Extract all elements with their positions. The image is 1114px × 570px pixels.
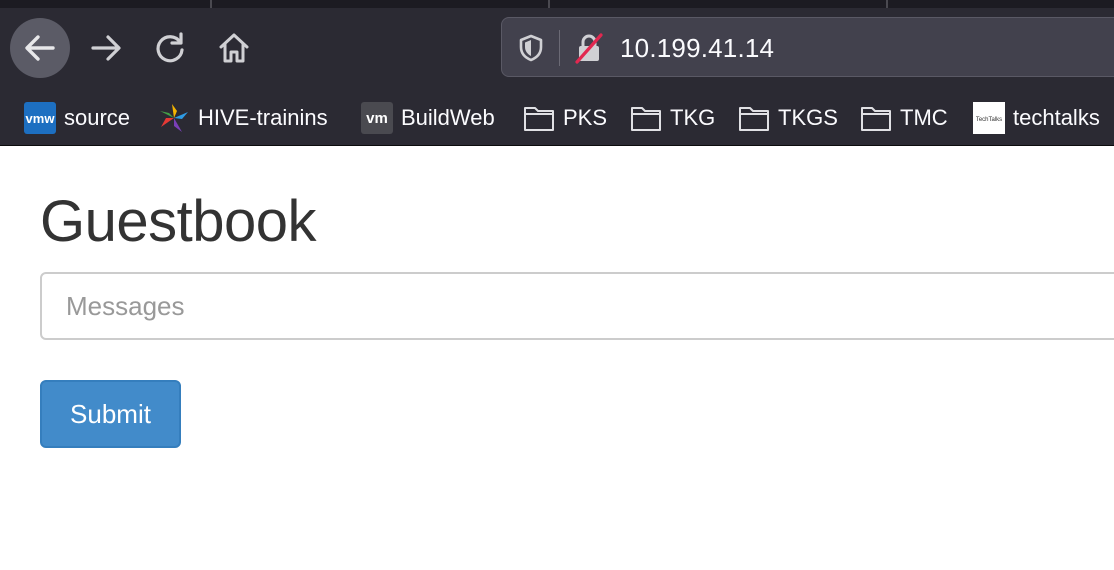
- tab-strip: [0, 0, 1114, 8]
- bookmark-folder-tmc[interactable]: TMC: [860, 96, 948, 140]
- tab-separator: [886, 0, 888, 8]
- back-button[interactable]: [10, 18, 70, 78]
- reload-button[interactable]: [140, 18, 200, 78]
- home-button[interactable]: [204, 18, 264, 78]
- bookmark-folder-tkg[interactable]: TKG: [630, 96, 715, 140]
- submit-button[interactable]: Submit: [40, 380, 181, 448]
- folder-icon: [523, 102, 555, 134]
- forward-arrow-icon: [91, 35, 121, 61]
- messages-input[interactable]: [40, 272, 1114, 340]
- bookmark-label: TKGS: [778, 105, 838, 130]
- folder-icon: [738, 102, 770, 134]
- bookmark-label: HIVE-trainins: [198, 105, 328, 130]
- bookmark-label: TKG: [670, 105, 716, 130]
- bookmark-label: TMC: [900, 105, 948, 130]
- bookmark-label: techtalks: [1013, 105, 1100, 130]
- browser-toolbar: 10.199.41.14 vmw source HIVE-trainins vm…: [0, 0, 1114, 146]
- tab-separator: [548, 0, 550, 8]
- bookmark-hive-trainins[interactable]: HIVE-trainins: [158, 96, 328, 140]
- bookmark-source[interactable]: vmw source: [24, 96, 130, 140]
- forward-button[interactable]: [76, 18, 136, 78]
- folder-icon: [630, 102, 662, 134]
- url-text[interactable]: 10.199.41.14: [620, 32, 774, 64]
- tracking-protection-shield-icon[interactable]: [518, 34, 544, 62]
- page-title: Guestbook: [40, 189, 317, 254]
- hive-logo-icon: [158, 102, 190, 134]
- folder-icon: [860, 102, 892, 134]
- bookmark-label: BuildWeb: [401, 105, 495, 130]
- address-bar[interactable]: 10.199.41.14: [501, 17, 1114, 77]
- techtalks-icon: TechTalks: [973, 102, 1005, 134]
- bookmark-label: source: [64, 105, 131, 130]
- svg-text:vm: vm: [366, 110, 388, 127]
- home-icon: [219, 33, 249, 63]
- bookmark-techtalks[interactable]: TechTalks techtalks: [973, 96, 1100, 140]
- tab-separator: [210, 0, 212, 8]
- vmw-icon: vmw: [24, 102, 56, 134]
- bookmark-label: PKS: [563, 105, 608, 130]
- bookmark-folder-tkgs[interactable]: TKGS: [738, 96, 838, 140]
- svg-text:vmw: vmw: [26, 111, 56, 126]
- reload-icon: [156, 32, 184, 63]
- bookmark-buildweb[interactable]: vm BuildWeb: [361, 96, 495, 140]
- vm-icon: vm: [361, 102, 393, 134]
- bookmarks-toolbar: vmw source HIVE-trainins vm BuildWeb PKS…: [0, 96, 1114, 140]
- back-arrow-icon: [25, 35, 55, 61]
- bookmark-folder-pks[interactable]: PKS: [523, 96, 607, 140]
- insecure-lock-icon[interactable]: [574, 32, 604, 64]
- svg-text:TechTalks: TechTalks: [976, 117, 1002, 123]
- address-bar-divider: [559, 30, 560, 66]
